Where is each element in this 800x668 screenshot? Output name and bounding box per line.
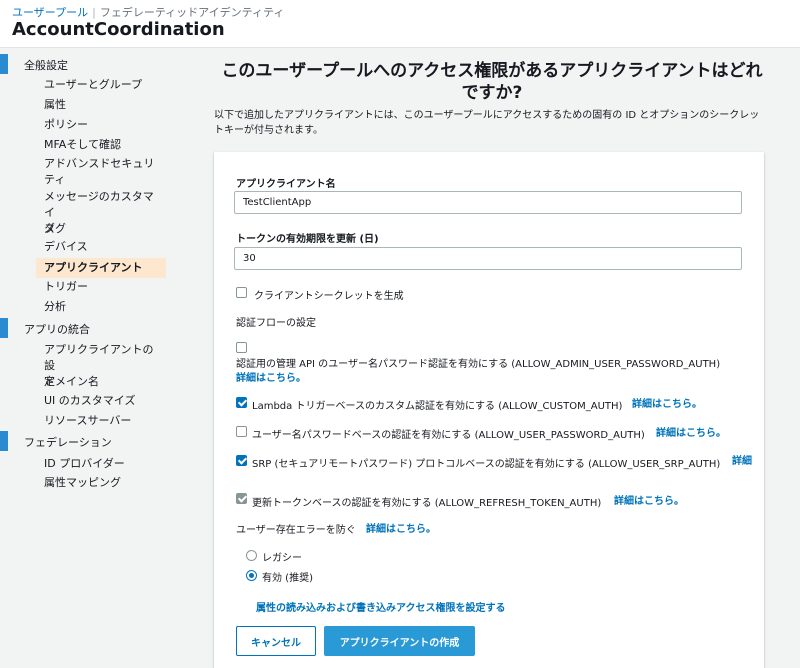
generate-secret-checkbox[interactable] — [236, 287, 247, 298]
refresh-token-auth-checkbox[interactable] — [236, 493, 247, 504]
sidebar-item-label: アプリクライアントの設 — [44, 343, 154, 372]
radio-legacy[interactable] — [246, 550, 257, 561]
radio-legacy-label: レガシー — [262, 553, 302, 564]
sidebar-section-label: 全般設定 — [24, 59, 68, 72]
admin-password-auth-checkbox[interactable] — [236, 342, 247, 353]
create-app-client-button[interactable]: アプリクライアントの作成 — [324, 626, 475, 656]
sidebar-item-devices[interactable]: デバイス — [44, 239, 164, 255]
sidebar-item-attribute-mapping[interactable]: 属性マッピング — [44, 475, 164, 491]
sidebar-item-domain-name[interactable]: ドメイン名 — [44, 374, 164, 390]
cancel-button[interactable]: キャンセル — [236, 626, 316, 656]
sidebar-item-label: アドバンスドセキュリ — [44, 157, 155, 170]
token-expiry-label: トークンの有効期限を更新 (日) — [236, 234, 379, 245]
auth-flow-title: 認証フローの設定 — [236, 318, 316, 329]
sidebar-item-policies[interactable]: ポリシー — [44, 117, 164, 133]
custom-auth-label: Lambda トリガーベースのカスタム認証を有効にする (ALLOW_CUSTO… — [252, 401, 623, 412]
app-client-form: アプリクライアント名 トークンの有効期限を更新 (日) クライアントシークレット… — [214, 152, 764, 668]
app-client-name-input[interactable] — [234, 191, 742, 214]
page-title: このユーザープールへのアクセス権限があるアプリクライアントはどれ ですか? — [212, 60, 772, 104]
breadcrumb-user-pools-link[interactable]: ユーザープール — [12, 6, 88, 19]
sidebar-item-triggers[interactable]: トリガー — [44, 279, 164, 295]
user-password-auth-checkbox[interactable] — [236, 426, 247, 437]
user-password-auth-learn-more-link[interactable]: 詳細はこちら。 — [656, 424, 726, 439]
page-description-line: 以下で追加したアプリクライアントには、このユーザープールにアクセスするための固有… — [214, 110, 760, 121]
generate-secret-label: クライアントシークレットを生成 — [254, 291, 404, 302]
page-description: 以下で追加したアプリクライアントには、このユーザープールにアクセスするための固有… — [214, 108, 774, 138]
breadcrumb-separator: | — [92, 6, 96, 19]
user-existence-learn-more-link[interactable]: 詳細はこちら。 — [366, 520, 436, 535]
sidebar-item-label: ティ — [44, 173, 66, 186]
srp-auth-label: SRP (セキュアリモートパスワード) プロトコルベースの認証を有効にする (A… — [252, 459, 721, 470]
sidebar-section-app-integration[interactable]: アプリの統合 — [0, 318, 200, 338]
admin-password-auth-learn-more-link[interactable]: 詳細はこちら。 — [236, 369, 306, 384]
page-title-line: このユーザープールへのアクセス権限があるアプリクライアントはどれ — [221, 61, 763, 81]
sidebar-section-label: アプリの統合 — [24, 323, 90, 336]
user-existence-errors-label: ユーザー存在エラーを防ぐ — [236, 525, 356, 536]
sidebar-item-identity-providers[interactable]: ID プロバイダー — [44, 456, 164, 472]
sidebar-item-resource-servers[interactable]: リソースサーバー — [44, 413, 164, 429]
user-password-auth-label: ユーザー名パスワードベースの認証を有効にする (ALLOW_USER_PASSW… — [252, 430, 645, 441]
section-marker — [0, 431, 8, 451]
pool-title: AccountCoordination — [12, 19, 225, 40]
srp-auth-learn-more-link[interactable]: 詳細 — [732, 452, 752, 467]
sidebar-item-attributes[interactable]: 属性 — [44, 97, 164, 113]
set-attribute-permissions-link[interactable]: 属性の読み込みおよび書き込みアクセス権限を設定する — [256, 599, 506, 614]
page-title-line: ですか? — [461, 83, 523, 103]
app-client-name-label: アプリクライアント名 — [236, 179, 336, 190]
sidebar-section-federation[interactable]: フェデレーション — [0, 431, 200, 451]
sidebar-section-general[interactable]: 全般設定 — [0, 54, 200, 74]
admin-password-auth-label: 認証用の管理 API のユーザー名パスワード認証を有効にする (ALLOW_AD… — [236, 359, 721, 370]
radio-enabled[interactable] — [246, 570, 257, 581]
radio-enabled-label: 有効 (推奨) — [262, 573, 313, 584]
custom-auth-learn-more-link[interactable]: 詳細はこちら。 — [632, 395, 702, 410]
sidebar-section-label: フェデレーション — [24, 436, 112, 449]
breadcrumb-federated-identities[interactable]: フェデレーティッドアイデンティティ — [100, 6, 284, 19]
sidebar-item-analytics[interactable]: 分析 — [44, 299, 164, 315]
refresh-token-auth-learn-more-link[interactable]: 詳細はこちら。 — [614, 492, 684, 507]
custom-auth-checkbox[interactable] — [236, 397, 247, 408]
page-header: ユーザープール | フェデレーティッドアイデンティティ AccountCoordin… — [0, 0, 800, 48]
sidebar-item-users-groups[interactable]: ユーザーとグループ — [44, 77, 164, 93]
sidebar: 全般設定 ユーザーとグループ 属性 ポリシー MFAそして確認 アドバンスドセキ… — [0, 48, 200, 668]
sidebar-item-tags[interactable]: タグ — [44, 221, 164, 237]
refresh-token-auth-label: 更新トークンベースの認証を有効にする (ALLOW_REFRESH_TOKEN_… — [252, 498, 602, 509]
srp-auth-checkbox[interactable] — [236, 455, 247, 466]
sidebar-item-advanced-security[interactable]: アドバンスドセキュリ ティ — [44, 156, 164, 188]
sidebar-item-label: メッセージのカスタマイ — [44, 190, 154, 219]
page-description-line: トキーが付与されます。 — [214, 125, 323, 136]
breadcrumb: ユーザープール | フェデレーティッドアイデンティティ — [12, 4, 284, 20]
token-expiry-input[interactable] — [234, 247, 742, 270]
section-marker — [0, 318, 8, 338]
sidebar-item-mfa[interactable]: MFAそして確認 — [44, 137, 164, 153]
sidebar-item-app-clients[interactable]: アプリクライアント — [36, 258, 166, 278]
sidebar-item-ui-customization[interactable]: UI のカスタマイズ — [44, 393, 164, 409]
section-marker — [0, 54, 8, 74]
